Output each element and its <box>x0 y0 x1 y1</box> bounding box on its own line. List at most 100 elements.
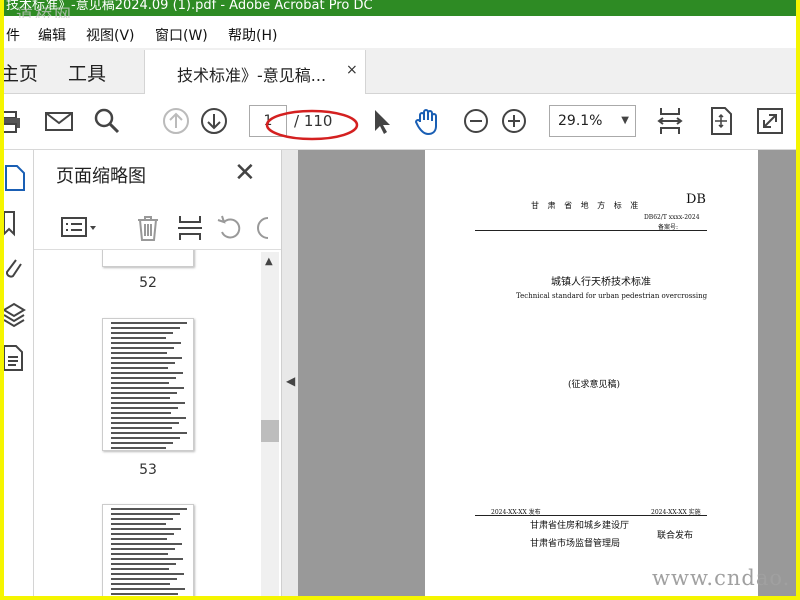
thumbnail-text-line <box>111 528 181 530</box>
thumbnail-scrollbar[interactable]: ▲ <box>261 252 279 596</box>
page-total: / 110 <box>294 112 333 130</box>
thumbnail-list: 52 53 <box>34 250 262 596</box>
thumbnail-text-line <box>111 588 185 590</box>
thumbnail-text-line <box>111 342 181 344</box>
collapse-panel-icon[interactable]: ◀ <box>286 374 295 388</box>
zoom-out-icon[interactable] <box>459 104 493 138</box>
tab-home[interactable]: 主页 <box>4 59 38 86</box>
zoom-select[interactable]: 29.1% ▼ <box>549 105 636 137</box>
standard-header: 甘 肃 省 地 方 标 准 <box>531 201 642 210</box>
page-number-input[interactable]: 1 <box>249 105 287 137</box>
extract-pages-icon[interactable] <box>174 212 206 244</box>
thumbnail-panel: 页面缩略图 ✕ 52 53 ▲ <box>34 150 282 596</box>
thumbnail-text-line <box>111 523 166 525</box>
thumbnail-text-line <box>111 362 175 364</box>
tab-tools[interactable]: 工具 <box>68 59 106 86</box>
close-tab-icon[interactable]: × <box>346 62 358 78</box>
fit-page-icon[interactable] <box>704 104 738 138</box>
thumbnail-page-53[interactable] <box>102 318 194 451</box>
thumbnail-text-line <box>111 407 178 409</box>
app-window: 技术标准》-意见稿2024.09 (1).pdf - Adobe Acrobat… <box>4 0 796 596</box>
attachment-icon[interactable] <box>4 254 28 282</box>
options-menu-icon[interactable] <box>60 212 100 244</box>
panel-collapse-strip[interactable]: ◀ <box>282 150 298 596</box>
document-properties-icon[interactable] <box>4 344 28 372</box>
panel-toolbar <box>34 206 281 250</box>
standard-number: DB62/T xxxx-2024 <box>644 214 700 221</box>
menu-file[interactable]: 件 <box>6 25 20 45</box>
thumbnail-text-line <box>111 447 166 449</box>
thumbnail-text-line <box>111 327 180 329</box>
scrollbar-thumb[interactable] <box>261 420 279 442</box>
thumbnail-page-52[interactable] <box>102 250 194 267</box>
issuer-2: 甘肃省市场监督管理局 <box>530 539 621 549</box>
thumbnail-text-line <box>111 518 173 520</box>
menu-window[interactable]: 窗口(W) <box>155 25 208 45</box>
menu-view[interactable]: 视图(V) <box>86 25 135 45</box>
bookmark-icon[interactable] <box>4 210 28 238</box>
chevron-down-icon: ▼ <box>621 115 629 126</box>
title-bar: 技术标准》-意见稿2024.09 (1).pdf - Adobe Acrobat… <box>4 0 796 16</box>
thumbnail-text-line <box>111 583 170 585</box>
email-icon[interactable] <box>42 104 76 138</box>
title-chinese: 城镇人行天桥技术标准 <box>551 277 651 288</box>
thumbnail-page-54[interactable] <box>102 504 194 596</box>
thumbnail-text-line <box>111 427 172 429</box>
fit-width-icon[interactable] <box>653 104 687 138</box>
thumbnail-text-line <box>111 352 167 354</box>
thumbnail-text-line <box>111 372 183 374</box>
thumbnail-text-line <box>111 412 171 414</box>
tab-document-label: 技术标准》-意见稿... <box>177 66 327 85</box>
thumbnail-text-line <box>111 432 187 434</box>
thumbnail-text-line <box>111 397 170 399</box>
thumbnail-text-line <box>111 437 180 439</box>
thumbnail-text-line <box>111 513 180 515</box>
page-thumbnails-icon[interactable] <box>4 164 28 192</box>
thumbnail-text-line <box>111 392 177 394</box>
thumbnail-text-line <box>111 422 179 424</box>
hand-tool-icon[interactable] <box>411 104 445 138</box>
thumbnail-text-line <box>111 593 178 595</box>
thumbnail-text-line <box>111 558 183 560</box>
zoom-in-icon[interactable] <box>497 104 531 138</box>
layers-icon[interactable] <box>4 300 28 328</box>
menu-help[interactable]: 帮助(H) <box>228 25 277 45</box>
rotate-left-icon[interactable] <box>214 212 246 244</box>
document-view[interactable]: DB 甘 肃 省 地 方 标 准 DB62/T xxxx-2024 备案号: 城… <box>298 150 796 596</box>
issuer-1: 甘肃省住房和城乡建设厅 <box>530 521 630 531</box>
previous-page-icon[interactable] <box>159 104 193 138</box>
thumbnail-text-line <box>111 533 174 535</box>
thumbnail-text-line <box>111 387 184 389</box>
menu-edit[interactable]: 编辑 <box>38 25 66 45</box>
menu-bar: 件 编辑 视图(V) 窗口(W) 帮助(H) <box>4 18 796 48</box>
thumbnail-text-line <box>111 347 174 349</box>
search-icon[interactable] <box>90 104 124 138</box>
document-page: DB 甘 肃 省 地 方 标 准 DB62/T xxxx-2024 备案号: 城… <box>425 150 758 596</box>
thumbnail-text-line <box>111 568 169 570</box>
rotate-right-icon[interactable] <box>254 212 270 244</box>
delete-icon[interactable] <box>132 212 164 244</box>
select-cursor-icon[interactable] <box>364 104 398 138</box>
thumbnail-text-line <box>111 543 182 545</box>
thumbnail-text-line <box>111 337 166 339</box>
close-icon[interactable]: ✕ <box>234 158 256 188</box>
thumbnail-text-line <box>111 563 176 565</box>
scroll-up-icon[interactable]: ▲ <box>265 256 273 267</box>
thumbnail-text-line <box>111 377 176 379</box>
thumbnail-text-line <box>111 573 184 575</box>
footer-divider <box>475 515 707 516</box>
title-english: Technical standard for urban pedestrian … <box>516 292 708 300</box>
tab-bar: 主页 工具 技术标准》-意见稿... × <box>4 48 796 94</box>
page-label-52: 52 <box>139 275 157 291</box>
print-icon[interactable] <box>4 104 30 138</box>
thumbnail-text-line <box>111 357 182 359</box>
thumbnail-text-line <box>111 322 187 324</box>
page-label-53: 53 <box>139 462 157 478</box>
thumbnail-text-line <box>111 417 186 419</box>
tab-document[interactable]: 技术标准》-意见稿... × <box>144 50 366 94</box>
fullscreen-icon[interactable] <box>753 104 787 138</box>
thumbnail-text-line <box>111 538 167 540</box>
next-page-icon[interactable] <box>197 104 231 138</box>
joint-release: 联合发布 <box>657 531 694 541</box>
panel-title: 页面缩略图 <box>56 166 146 187</box>
